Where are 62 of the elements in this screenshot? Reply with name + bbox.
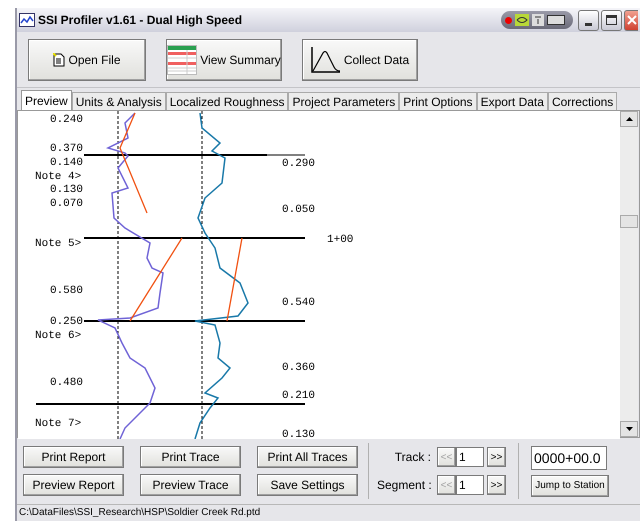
tab[interactable]: Project Parameters: [288, 92, 400, 110]
record-icon: [505, 16, 512, 24]
stepper-label: Track :: [394, 449, 432, 466]
action-button[interactable]: Preview Report: [23, 474, 124, 496]
action-button[interactable]: Print Trace: [140, 446, 241, 468]
document-icon: [53, 52, 66, 66]
up-arrow-icon: [626, 117, 632, 121]
value-label: 0.360: [282, 362, 316, 374]
value-label: 0.210: [282, 390, 316, 402]
down-arrow-icon: [626, 427, 632, 431]
tab[interactable]: Corrections: [548, 92, 618, 110]
tab[interactable]: Localized Roughness: [166, 92, 288, 110]
toolbar-button[interactable]: View Summary: [166, 38, 282, 80]
action-button[interactable]: Save Settings: [257, 474, 358, 496]
tab[interactable]: Preview: [21, 90, 72, 110]
note-label: Note 7>: [35, 418, 82, 430]
eye-icon: [515, 14, 529, 26]
value-label: 0.050: [282, 204, 316, 216]
scroll-up-button[interactable]: [620, 111, 638, 127]
value-label: 0.250: [50, 316, 83, 328]
value-label: 0.480: [50, 377, 83, 389]
close-icon: [627, 15, 637, 25]
value-label: 0.140: [50, 157, 83, 169]
jump-button[interactable]: Jump to Station: [531, 474, 609, 496]
note-label: Note 5>: [35, 238, 82, 250]
value-label: 0.130: [50, 184, 83, 196]
scrollbar[interactable]: [620, 111, 638, 437]
window-icon: [547, 15, 565, 25]
stepper-label: Segment :: [377, 477, 433, 494]
action-button[interactable]: Print All Traces: [257, 446, 358, 468]
tab[interactable]: Print Options: [399, 92, 477, 110]
next-button[interactable]: >>: [487, 475, 506, 495]
number-field[interactable]: 1: [456, 447, 484, 467]
station-field[interactable]: 0000+00.0: [531, 446, 607, 470]
value-label: 0.540: [282, 297, 316, 309]
tab[interactable]: Export Data: [476, 92, 548, 110]
value-label: 0.370: [50, 143, 83, 155]
value-label: 0.240: [50, 114, 83, 126]
next-button[interactable]: >>: [487, 447, 506, 467]
scroll-thumb[interactable]: [620, 215, 638, 228]
minimize-button[interactable]: [578, 10, 599, 30]
maximize-button[interactable]: [601, 10, 622, 30]
action-button[interactable]: Print Report: [23, 446, 124, 468]
scroll-down-button[interactable]: [620, 421, 638, 437]
note-label: Note 4>: [35, 171, 82, 183]
toolbar-button[interactable]: Open File: [28, 38, 146, 80]
station-label: 1+00: [327, 234, 354, 246]
window-title: SSI Profiler v1.61 - Dual High Speed: [38, 12, 242, 29]
value-label: 0.580: [50, 285, 83, 297]
status-bar: C:\DataFiles\SSI_Research\HSP\Soldier Creek Rd.ptd: [17, 504, 640, 521]
value-label: 0.290: [282, 158, 316, 170]
number-field[interactable]: 1: [456, 475, 484, 495]
close-button[interactable]: [624, 10, 638, 30]
value-label: 0.130: [282, 429, 316, 439]
value-label: 0.070: [50, 198, 83, 210]
note-label: Note 6>: [35, 330, 82, 342]
action-button[interactable]: Preview Trace: [140, 474, 241, 496]
curve-chart-icon: [310, 46, 341, 72]
toolbar-button[interactable]: Collect Data: [302, 38, 418, 80]
app-icon: [19, 13, 35, 27]
tab[interactable]: Units & Analysis: [72, 92, 166, 110]
spreadsheet-icon: [167, 44, 198, 74]
